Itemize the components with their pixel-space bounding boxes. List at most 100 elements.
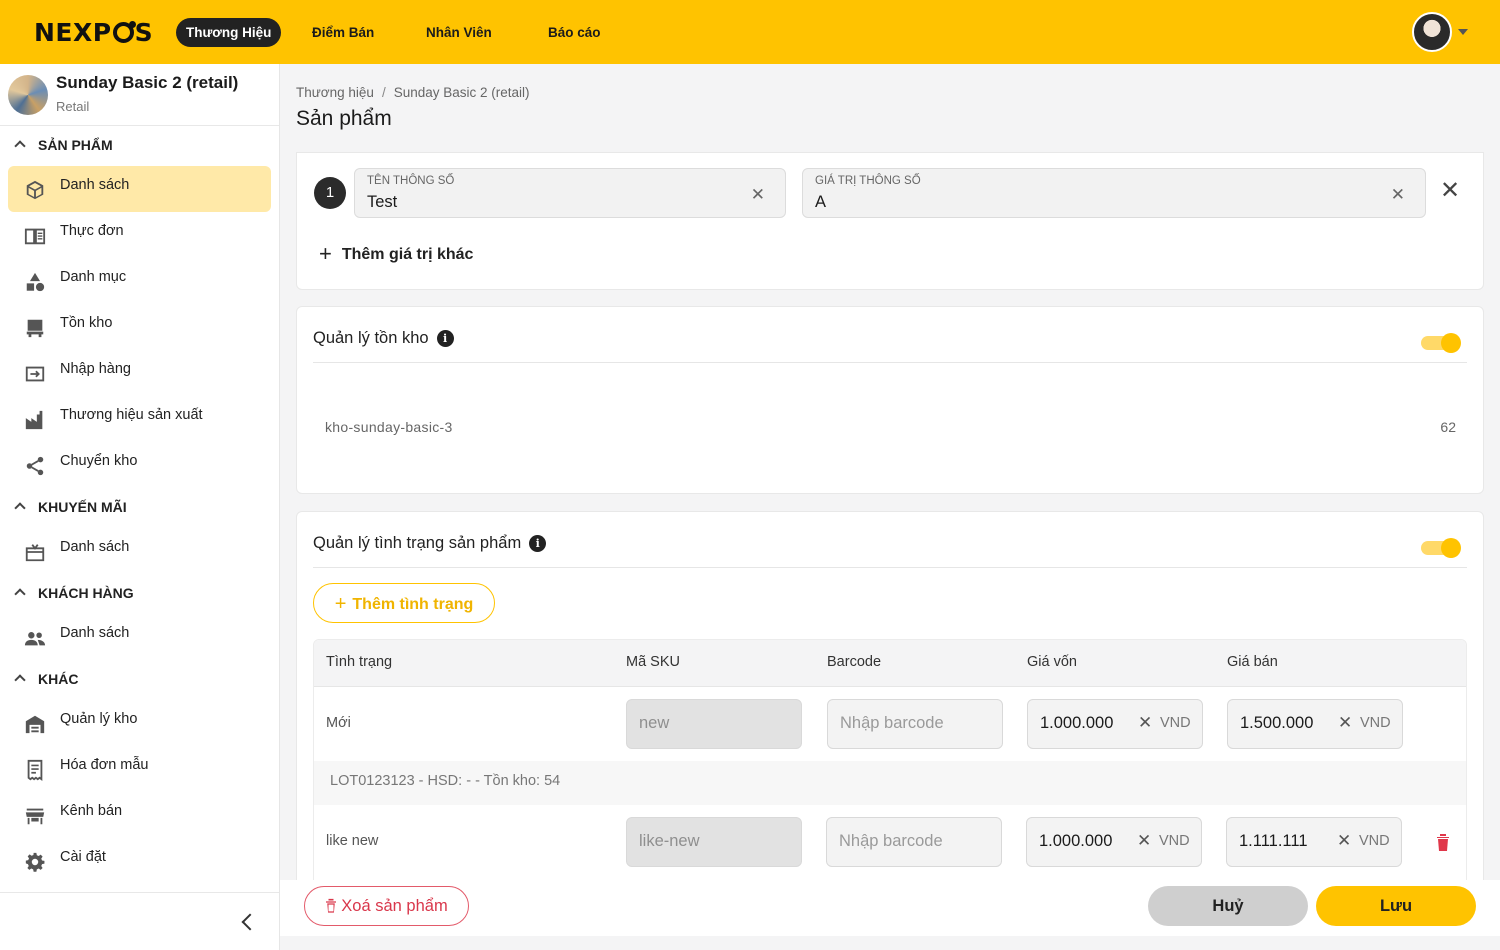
divider <box>313 362 1467 363</box>
plus-icon: + <box>334 593 347 615</box>
breadcrumb-item[interactable]: Thương hiệu <box>296 85 374 100</box>
column-header: Giá bán <box>1227 654 1278 670</box>
plus-icon: + <box>319 241 332 266</box>
brand-avatar <box>8 75 48 115</box>
chevron-up-icon <box>14 140 26 152</box>
sidebar-item-settings[interactable]: Cài đặt <box>8 838 271 884</box>
clear-icon[interactable]: ✕ <box>1337 831 1351 851</box>
price-input[interactable]: 1.111.111 ✕ VND <box>1226 817 1402 867</box>
sidebar-item-sales-channel[interactable]: Kênh bán <box>8 792 271 838</box>
conditions-table: Tình trạng Mã SKU Barcode Giá vốn Giá bá… <box>313 639 1467 889</box>
chevron-down-icon[interactable] <box>1458 29 1468 35</box>
warehouse-quantity: 62 <box>1440 419 1456 435</box>
sidebar-item-transfer[interactable]: Chuyển kho <box>8 442 271 488</box>
clear-icon[interactable]: ✕ <box>1338 713 1352 733</box>
warehouse-icon <box>25 715 45 734</box>
menu-book-icon <box>24 228 46 245</box>
brand-type: Retail <box>56 99 90 114</box>
breadcrumb-separator: / <box>381 85 386 100</box>
table-header: Tình trạng Mã SKU Barcode Giá vốn Giá bá… <box>314 640 1466 687</box>
conditions-card: Quản lý tình trạng sản phẩm i + Thêm tình … <box>296 511 1484 891</box>
sku-input: like-new <box>626 817 802 867</box>
sidebar-item-customers[interactable]: Danh sách <box>8 614 271 660</box>
trash-icon[interactable] <box>1436 833 1450 851</box>
conditions-toggle[interactable] <box>1421 538 1461 558</box>
column-header: Giá vốn <box>1027 654 1077 670</box>
chevron-up-icon <box>14 674 26 686</box>
box-icon <box>26 180 44 200</box>
breadcrumb-item[interactable]: Sunday Basic 2 (retail) <box>394 85 530 100</box>
logo-o-icon <box>112 20 136 43</box>
column-header: Mã SKU <box>626 654 680 670</box>
cancel-button[interactable]: Huỷ <box>1148 886 1308 926</box>
clear-icon[interactable]: ✕ <box>1138 713 1152 733</box>
attribute-value-field[interactable]: GIÁ TRỊ THÔNG SỐ A ✕ <box>802 168 1426 218</box>
chevron-up-icon <box>14 588 26 600</box>
toggle-knob <box>1441 538 1461 558</box>
price-input[interactable]: 1.500.000 ✕ VND <box>1227 699 1403 749</box>
trash-icon <box>326 898 337 913</box>
sidebar-item-import[interactable]: Nhập hàng <box>8 350 271 396</box>
chevron-up-icon <box>14 502 26 514</box>
gift-icon <box>25 544 45 562</box>
category-icon <box>26 272 45 292</box>
toggle-knob <box>1441 333 1461 353</box>
sku-input: new <box>626 699 802 749</box>
attribute-card: 1 TÊN THÔNG SỐ Test ✕ GIÁ TRỊ THÔNG SỐ A… <box>296 152 1484 290</box>
people-icon <box>24 632 46 646</box>
factory-icon <box>25 410 43 430</box>
inventory-title: Quản lý tồn kho i <box>313 329 454 348</box>
add-status-button[interactable]: + Thêm tình trạng <box>313 583 495 623</box>
sidebar-item-inventory[interactable]: Tồn kho <box>8 304 271 350</box>
import-icon <box>25 366 45 382</box>
conditions-title: Quản lý tình trạng sản phẩm i <box>313 534 547 553</box>
add-value-button[interactable]: + Thêm giá trị khác <box>319 239 473 266</box>
sidebar-item-promotions[interactable]: Danh sách <box>8 528 271 574</box>
delete-product-button[interactable]: Xoá sản phẩm <box>304 886 469 926</box>
section-khac[interactable]: KHÁC <box>12 669 78 689</box>
nav-diem-ban[interactable]: Điểm Bán <box>302 18 384 47</box>
status-label: like new <box>326 833 379 849</box>
divider <box>0 892 279 893</box>
nav-bao-cao[interactable]: Báo cáo <box>538 18 611 47</box>
inventory-card: Quản lý tồn kho i kho-sunday-basic-3 62 <box>296 306 1484 494</box>
attribute-name-field[interactable]: TÊN THÔNG SỐ Test ✕ <box>354 168 786 218</box>
collapse-sidebar-icon[interactable] <box>241 913 259 931</box>
column-header: Barcode <box>827 654 882 670</box>
top-bar: NEXP S Thương Hiệu Điểm Bán Nhân Viên Báo… <box>0 0 1500 64</box>
barcode-input[interactable]: Nhập barcode <box>826 817 1002 867</box>
cost-input[interactable]: 1.000.000 ✕ VND <box>1027 699 1203 749</box>
attribute-index-badge: 1 <box>314 177 346 209</box>
sidebar-item-warehouses[interactable]: Quản lý kho <box>8 700 271 746</box>
divider <box>0 125 279 126</box>
lot-row: LOT0123123 - HSD: - - Tồn kho: 54 <box>314 761 1466 805</box>
receipt-icon <box>27 759 43 781</box>
share-icon <box>26 456 44 476</box>
sidebar-item-manufacturer[interactable]: Thương hiệu sản xuất <box>8 396 271 442</box>
sidebar-item-category[interactable]: Danh mục <box>8 258 271 304</box>
section-khach-hang[interactable]: KHÁCH HÀNG <box>12 583 134 603</box>
info-icon[interactable]: i <box>436 330 454 347</box>
inventory-toggle[interactable] <box>1421 333 1461 353</box>
sidebar-item-products-list[interactable]: Danh sách <box>8 166 271 212</box>
inventory-icon <box>26 319 44 338</box>
store-icon <box>25 808 45 825</box>
user-avatar[interactable] <box>1412 12 1452 52</box>
nexpos-logo[interactable]: NEXP S <box>34 18 153 47</box>
clear-icon[interactable]: ✕ <box>751 185 765 205</box>
nav-thuong-hieu[interactable]: Thương Hiệu <box>176 18 282 47</box>
barcode-input[interactable]: Nhập barcode <box>827 699 1003 749</box>
sidebar-item-menu[interactable]: Thực đơn <box>8 212 271 258</box>
sidebar-item-invoice-template[interactable]: Hóa đơn mẫu <box>8 746 271 792</box>
section-khuyen-mai[interactable]: KHUYẾN MÃI <box>12 497 127 517</box>
brand-name: Sunday Basic 2 (retail) <box>56 73 239 92</box>
save-button[interactable]: Lưu <box>1316 886 1476 926</box>
clear-icon[interactable]: ✕ <box>1137 831 1151 851</box>
remove-attribute-icon[interactable]: ✕ <box>1440 179 1460 203</box>
section-san-pham[interactable]: SẢN PHẨM <box>12 135 113 155</box>
info-icon[interactable]: i <box>529 535 547 552</box>
nav-nhan-vien[interactable]: Nhân Viên <box>416 18 502 47</box>
cost-input[interactable]: 1.000.000 ✕ VND <box>1026 817 1202 867</box>
clear-icon[interactable]: ✕ <box>1391 185 1405 205</box>
gear-icon <box>25 852 45 872</box>
